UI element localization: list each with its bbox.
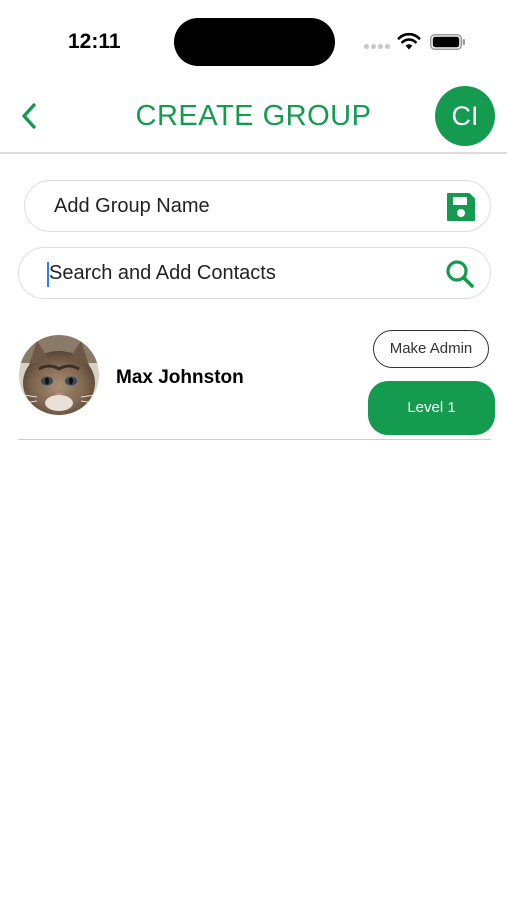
page-title: CREATE GROUP (135, 100, 372, 132)
status-bar: 12:11 (0, 0, 507, 80)
level-button[interactable]: Level 1 (368, 381, 495, 435)
dynamic-island (174, 18, 335, 66)
battery-icon (430, 34, 465, 50)
user-avatar-initials[interactable]: CI (435, 86, 495, 146)
contact-avatar-cat-photo (19, 335, 99, 415)
header: CREATE GROUP CI (0, 80, 507, 154)
status-time: 12:11 (68, 30, 121, 53)
make-admin-button[interactable]: Make Admin (373, 330, 489, 368)
group-name-placeholder: Add Group Name (54, 195, 210, 217)
save-icon[interactable] (445, 191, 477, 223)
search-contacts-placeholder: Search and Add Contacts (49, 262, 276, 284)
cellular-signal-icon (364, 44, 390, 50)
contact-name: Max Johnston (116, 367, 244, 388)
group-name-field[interactable]: Add Group Name (24, 180, 491, 232)
wifi-icon (397, 32, 421, 50)
search-contacts-field[interactable]: Search and Add Contacts (18, 247, 491, 299)
search-icon[interactable] (444, 258, 476, 290)
contact-row[interactable]: Max Johnston Make Admin Level 1 (18, 325, 495, 440)
